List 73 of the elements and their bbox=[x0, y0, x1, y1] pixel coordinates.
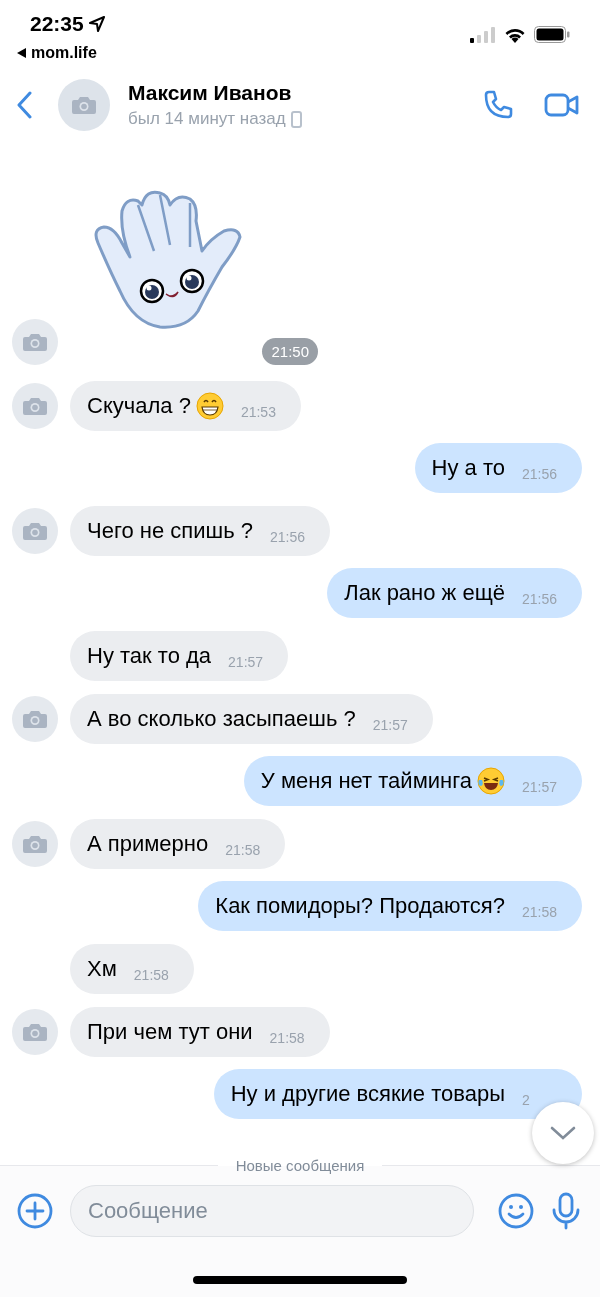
camera-icon bbox=[23, 709, 47, 728]
incoming-message-bubble[interactable]: Хм 21:58 bbox=[70, 943, 194, 994]
message-time: 2 bbox=[522, 1092, 531, 1109]
message-text: Как помидоры? Продаются? bbox=[215, 893, 505, 920]
phone-call-icon[interactable] bbox=[482, 89, 514, 121]
incoming-message-bubble[interactable]: Ну так то да 21:57 bbox=[70, 630, 289, 681]
back-to-app-link[interactable]: mom.life bbox=[31, 44, 97, 62]
grinning-face-icon bbox=[195, 391, 224, 420]
location-arrow-icon bbox=[88, 16, 105, 32]
camera-icon bbox=[23, 396, 47, 415]
message-text: Ну так то да bbox=[87, 642, 212, 669]
message-time: 21:57 bbox=[522, 779, 559, 796]
message-time: 21:58 bbox=[133, 966, 170, 983]
message-time: 21:50 bbox=[262, 338, 318, 365]
battery-icon bbox=[534, 26, 570, 43]
sender-avatar[interactable] bbox=[12, 507, 58, 554]
outgoing-message-bubble[interactable]: Ну и другие всякие товары 2 bbox=[213, 1069, 582, 1120]
message-time: 21:53 bbox=[240, 403, 277, 420]
message-time: 21:58 bbox=[269, 1029, 306, 1046]
new-messages-divider: Новые сообщения bbox=[234, 1157, 366, 1174]
phone-device-icon bbox=[290, 110, 302, 128]
message-time: 21:57 bbox=[372, 716, 409, 733]
message-text: А во сколько засыпаешь ? bbox=[87, 705, 356, 732]
outgoing-message-bubble[interactable]: У меня нет тайминга 21:57 bbox=[243, 756, 582, 807]
message-text: Ну и другие всякие товары bbox=[230, 1081, 505, 1108]
incoming-message-bubble[interactable]: Скучала ? 21:53 bbox=[70, 380, 301, 431]
message-text: У меня нет тайминга bbox=[260, 768, 472, 795]
incoming-message-bubble[interactable]: А примерно 21:58 bbox=[70, 818, 286, 869]
outgoing-message-bubble[interactable]: Как помидоры? Продаются? 21:58 bbox=[198, 881, 582, 932]
sender-avatar[interactable] bbox=[12, 1008, 58, 1055]
message-input-field[interactable]: Сообщение bbox=[70, 1185, 474, 1237]
message-time: 21:56 bbox=[522, 591, 559, 608]
back-triangle-icon[interactable] bbox=[17, 48, 26, 58]
message-text: Ну а то bbox=[431, 455, 505, 482]
signal-icon bbox=[470, 26, 496, 43]
message-time: 21:56 bbox=[522, 466, 559, 483]
message-text: Скучала ? bbox=[87, 392, 191, 419]
video-call-icon[interactable] bbox=[544, 92, 580, 118]
incoming-message-bubble[interactable]: При чем тут они 21:58 bbox=[70, 1006, 330, 1057]
camera-icon bbox=[72, 96, 96, 114]
wifi-icon bbox=[504, 26, 526, 43]
sender-avatar[interactable] bbox=[12, 695, 58, 742]
chevron-down-icon bbox=[550, 1126, 576, 1140]
camera-icon bbox=[23, 834, 47, 853]
message-text: Лак рано ж ещё bbox=[344, 580, 505, 607]
sender-avatar[interactable] bbox=[12, 382, 58, 429]
incoming-message-bubble[interactable]: Чего не спишь ? 21:56 bbox=[70, 505, 330, 556]
clock-time: 22:35 bbox=[30, 12, 84, 36]
outgoing-message-bubble[interactable]: Лак рано ж ещё 21:56 bbox=[327, 568, 582, 619]
last-seen-status: был 14 минут назад bbox=[128, 109, 286, 129]
camera-icon bbox=[23, 1022, 47, 1041]
add-icon[interactable] bbox=[16, 1192, 54, 1230]
message-time: 21:57 bbox=[228, 653, 265, 670]
sender-avatar[interactable] bbox=[12, 820, 58, 867]
contact-avatar[interactable] bbox=[58, 79, 110, 131]
message-time: 21:58 bbox=[225, 841, 262, 858]
message-text: А примерно bbox=[87, 830, 209, 857]
sender-avatar[interactable] bbox=[12, 319, 58, 365]
scroll-down-button[interactable] bbox=[532, 1102, 594, 1164]
microphone-icon[interactable] bbox=[550, 1192, 582, 1230]
camera-icon bbox=[23, 521, 47, 540]
back-chevron-icon[interactable] bbox=[16, 91, 32, 119]
message-text: Чего не спишь ? bbox=[87, 517, 253, 544]
message-text: Хм bbox=[87, 955, 117, 982]
smiley-icon[interactable] bbox=[498, 1193, 534, 1229]
outgoing-message-bubble[interactable]: Ну а то 21:56 bbox=[414, 443, 582, 494]
incoming-message-bubble[interactable]: А во сколько засыпаешь ? 21:57 bbox=[70, 693, 433, 744]
laughing-face-icon bbox=[477, 767, 505, 796]
message-time: 21:56 bbox=[269, 528, 306, 545]
message-time: 21:58 bbox=[522, 904, 559, 921]
message-text: При чем тут они bbox=[87, 1018, 253, 1045]
contact-name: Максим Иванов bbox=[128, 81, 293, 105]
camera-icon bbox=[23, 333, 47, 351]
